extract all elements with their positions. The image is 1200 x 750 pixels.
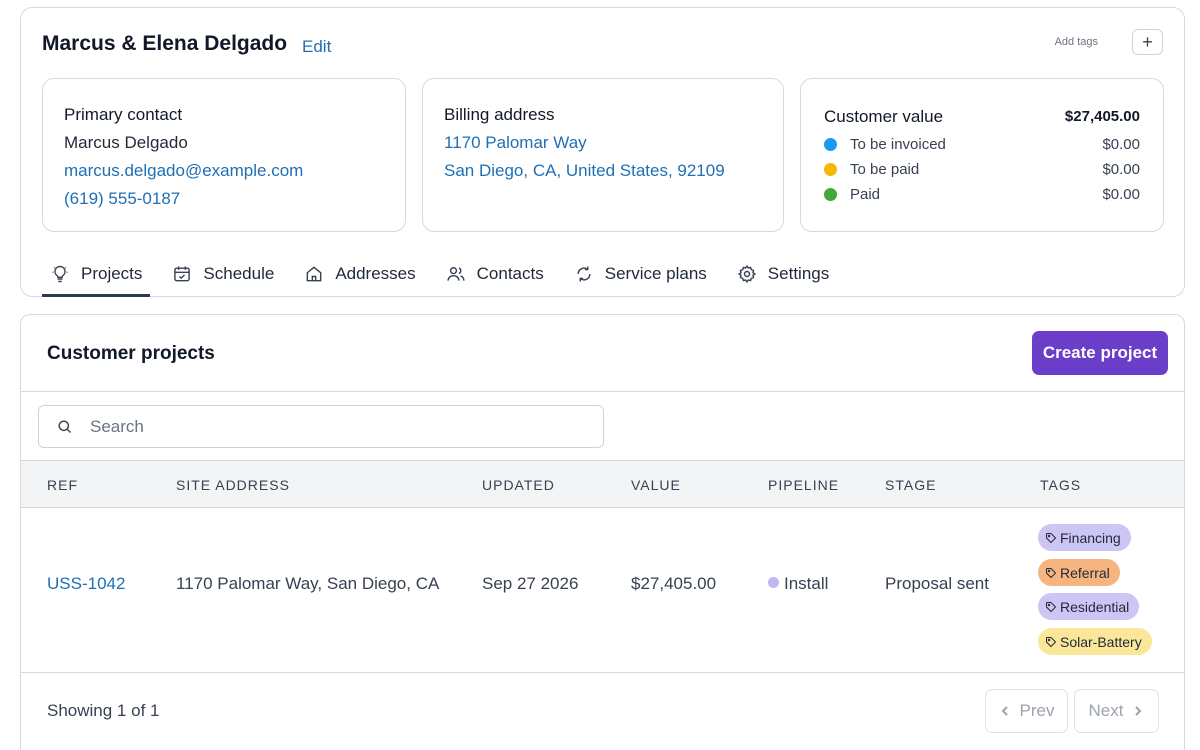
customer-card: Marcus & Elena Delgado Edit Add tags + P… — [20, 7, 1185, 297]
value-row-amount: $0.00 — [1102, 135, 1140, 153]
tab-label: Addresses — [335, 264, 416, 283]
updated-cell: Sep 27 2026 — [482, 574, 579, 593]
contact-name: Marcus Delgado — [64, 133, 188, 152]
value-row-amount: $0.00 — [1102, 160, 1140, 178]
refresh-icon — [577, 266, 591, 282]
tag-financing[interactable]: Financing — [1038, 524, 1131, 551]
calendar-icon — [174, 266, 191, 282]
column-header-pipeline[interactable]: PIPELINE — [768, 477, 839, 493]
contact-phone-link[interactable]: (619) 555-0187 — [64, 189, 180, 209]
next-page-button[interactable]: Next — [1074, 689, 1159, 733]
tag-residential[interactable]: Residential — [1038, 593, 1140, 620]
tab-label: Projects — [81, 264, 143, 283]
users-icon — [447, 267, 465, 281]
lightbulb-icon — [52, 265, 68, 283]
tag-solar-battery[interactable]: Solar-Battery — [1038, 628, 1152, 655]
tab-label: Service plans — [604, 264, 707, 283]
tab-addresses[interactable]: Addresses — [296, 252, 423, 296]
primary-contact-box: Primary contact Marcus Delgado marcus.de… — [42, 78, 406, 232]
table-header: REF SITE ADDRESS UPDATED VALUE PIPELINE … — [21, 460, 1184, 508]
billing-address-title: Billing address — [444, 105, 555, 124]
contact-email-link[interactable]: marcus.delgado@example.com — [64, 161, 303, 181]
status-dot — [824, 187, 837, 201]
tab-projects[interactable]: Projects — [42, 252, 151, 297]
table-row[interactable]: USS-1042 1170 Palomar Way, San Diego, CA… — [21, 508, 1184, 673]
value-row-label: Paid — [850, 185, 881, 203]
pipeline-label: Install — [784, 574, 829, 593]
billing-address-line2[interactable]: San Diego, CA, United States, 92109 — [444, 161, 725, 181]
tab-contacts[interactable]: Contacts — [438, 252, 552, 296]
tag-label: Solar-Battery — [1060, 633, 1142, 650]
status-dot — [824, 137, 837, 151]
prev-page-button[interactable]: Prev — [985, 689, 1068, 733]
tab-service-plans[interactable]: Service plans — [566, 252, 715, 296]
pipeline-cell: Install — [768, 574, 828, 594]
chevron-right-icon — [1135, 706, 1142, 716]
customer-projects-card: Customer projects Create project REF SIT… — [20, 314, 1185, 750]
add-tag-button[interactable]: + — [1132, 29, 1163, 55]
column-header-value[interactable]: VALUE — [631, 477, 681, 493]
stage-cell: Proposal sent — [885, 574, 989, 593]
project-ref-link[interactable]: USS-1042 — [47, 574, 125, 594]
add-tags-label: Add tags — [1054, 36, 1098, 48]
prev-label: Prev — [1019, 701, 1055, 720]
value-cell: $27,405.00 — [631, 574, 717, 593]
pipeline-dot — [768, 577, 779, 588]
search-input[interactable] — [90, 416, 530, 437]
search-box[interactable] — [38, 405, 604, 448]
customer-value-box: Customer value $27,405.00 To be invoiced… — [800, 78, 1164, 232]
primary-contact-title: Primary contact — [64, 105, 183, 124]
customer-value-total: $27,405.00 — [1064, 108, 1140, 125]
billing-address-line1[interactable]: 1170 Palomar Way — [444, 133, 587, 153]
tag-label: Financing — [1060, 529, 1121, 546]
column-header-ref[interactable]: REF — [47, 477, 78, 493]
tab-label: Settings — [767, 264, 830, 283]
tab-settings[interactable]: Settings — [729, 252, 837, 296]
tag-icon — [1046, 532, 1057, 543]
pagination-summary: Showing 1 of 1 — [47, 701, 160, 720]
tag-label: Residential — [1060, 598, 1130, 615]
value-row-to-be-invoiced: To be invoiced $0.00 — [824, 134, 1140, 154]
tab-schedule[interactable]: Schedule — [164, 252, 282, 296]
column-header-updated[interactable]: UPDATED — [482, 477, 555, 493]
column-header-tags[interactable]: TAGS — [1040, 477, 1081, 493]
tab-label: Contacts — [476, 264, 544, 283]
site-address-cell: 1170 Palomar Way, San Diego, CA — [176, 574, 440, 593]
value-row-label: To be paid — [850, 160, 920, 178]
gear-icon — [737, 264, 756, 284]
search-icon — [58, 420, 72, 434]
customer-name: Marcus & Elena Delgado — [42, 32, 288, 55]
value-row-amount: $0.00 — [1102, 185, 1140, 203]
value-row-to-be-paid: To be paid $0.00 — [824, 159, 1140, 179]
divider — [21, 672, 1184, 673]
tag-label: Referral — [1060, 564, 1110, 581]
chevron-left-icon — [1001, 706, 1008, 716]
tab-label: Schedule — [203, 264, 275, 283]
edit-customer-link[interactable]: Edit — [302, 37, 331, 57]
customer-projects-title: Customer projects — [47, 343, 215, 364]
tag-icon — [1046, 601, 1057, 612]
value-row-label: To be invoiced — [850, 135, 946, 153]
column-header-site-address[interactable]: SITE ADDRESS — [176, 477, 290, 493]
tag-icon — [1046, 567, 1057, 578]
column-header-stage[interactable]: STAGE — [885, 477, 936, 493]
next-label: Next — [1088, 701, 1124, 720]
tag-icon — [1046, 636, 1057, 647]
billing-address-box: Billing address 1170 Palomar Way San Die… — [422, 78, 784, 232]
home-icon — [306, 266, 322, 282]
tag-referral[interactable]: Referral — [1038, 559, 1120, 586]
customer-tabs: Projects Schedule Addresses Contacts Ser… — [42, 252, 851, 297]
value-row-paid: Paid $0.00 — [824, 184, 1140, 204]
create-project-button[interactable]: Create project — [1032, 331, 1168, 375]
status-dot — [824, 162, 837, 176]
divider — [21, 391, 1184, 392]
customer-value-title: Customer value — [824, 107, 944, 126]
